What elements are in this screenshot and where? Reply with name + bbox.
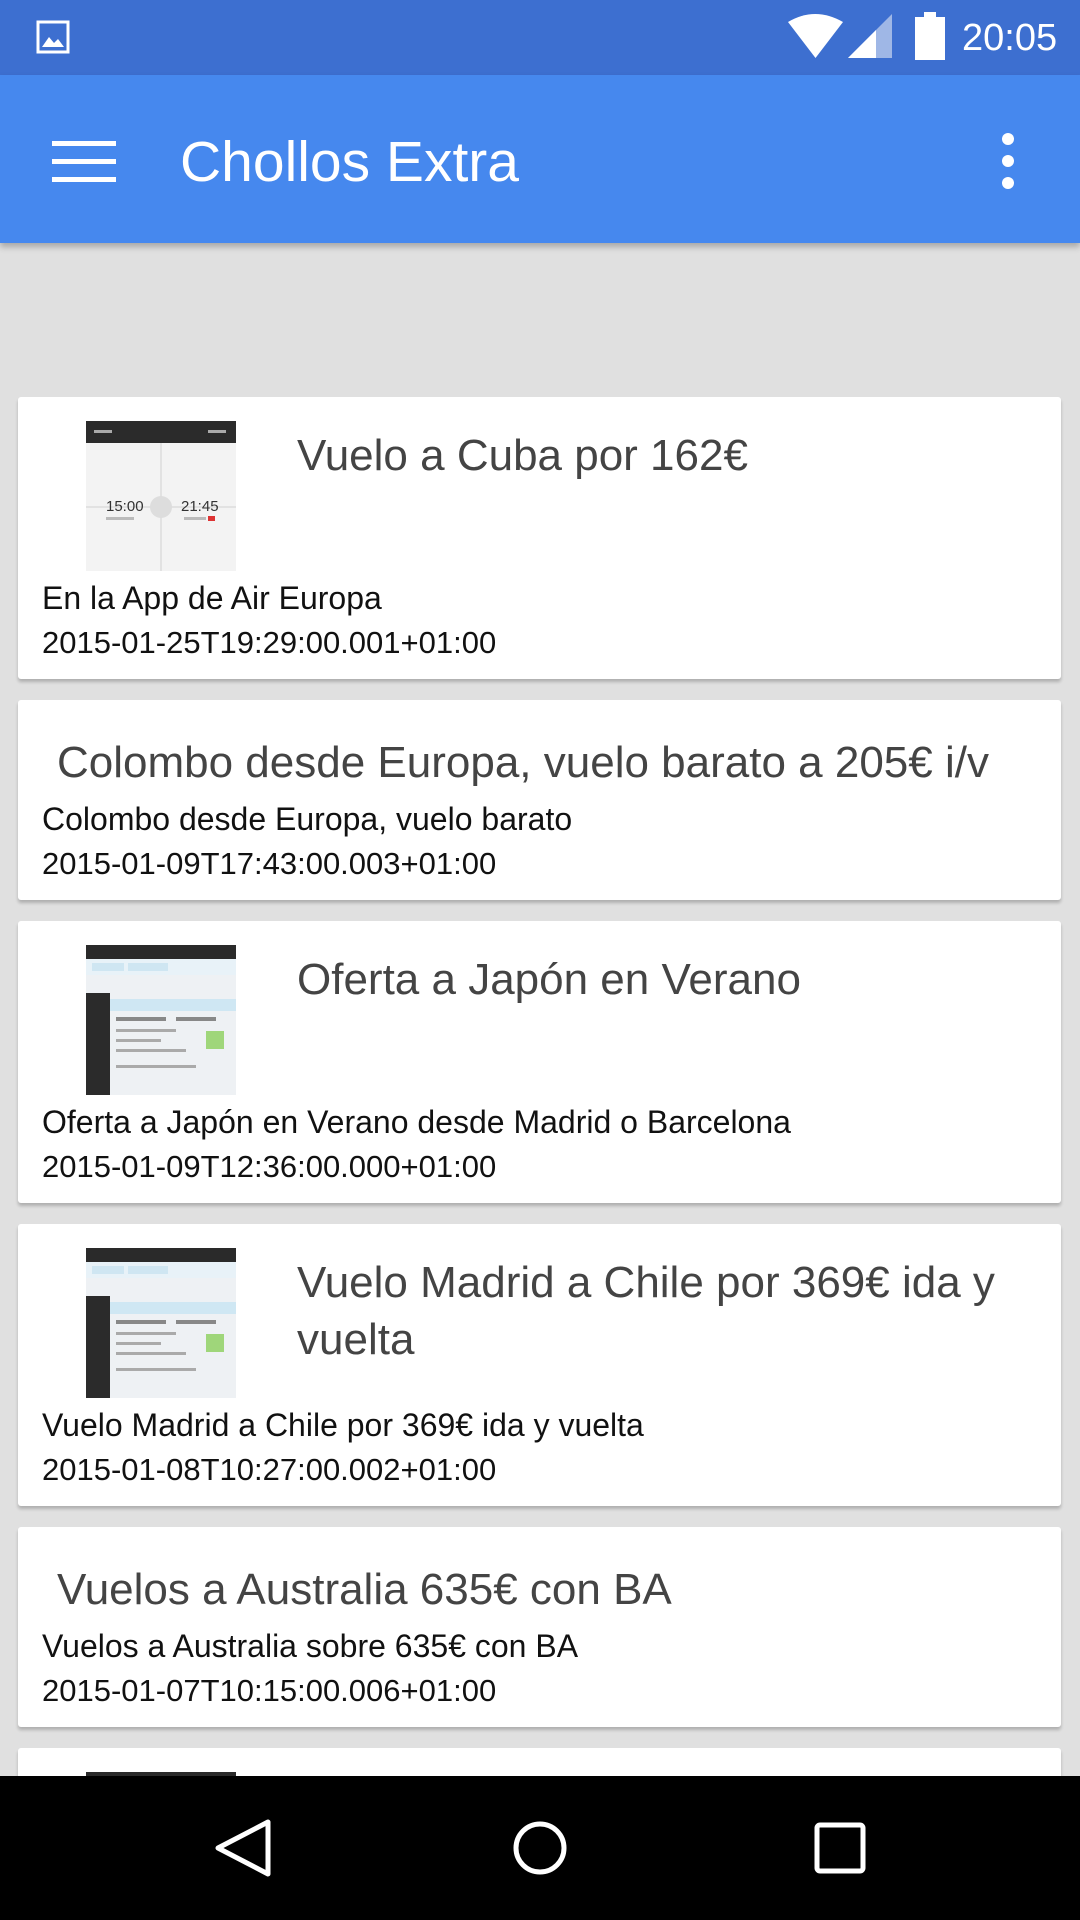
deal-description: Oferta a Japón en Verano desde Madrid o … — [42, 1104, 791, 1140]
thumb-arrival-time: 21:45 — [181, 498, 219, 515]
deal-thumbnail — [86, 945, 236, 1095]
deal-card[interactable]: Vuelo Madrid a Chile por 369€ ida y vuel… — [18, 1224, 1061, 1506]
deal-date: 2015-01-08T10:27:00.002+01:00 — [42, 1452, 497, 1487]
hamburger-menu-icon[interactable] — [52, 139, 116, 183]
deal-description: Vuelos a Australia sobre 635€ con BA — [42, 1628, 579, 1664]
status-bar: 20:05 — [0, 0, 1080, 75]
recents-icon[interactable] — [804, 1812, 876, 1884]
deal-card[interactable]: Colombo desde Europa, vuelo barato a 205… — [18, 700, 1061, 900]
deal-title: Vuelo a Cuba por 162€ — [297, 431, 748, 480]
battery-icon — [915, 12, 945, 60]
deal-description: En la App de Air Europa — [42, 580, 382, 616]
deal-date: 2015-01-09T12:36:00.000+01:00 — [42, 1149, 497, 1184]
deal-date: 2015-01-25T19:29:00.001+01:00 — [42, 625, 497, 660]
deal-title-line: vuelta — [297, 1315, 415, 1364]
deal-title-line: Vuelo Madrid a Chile por 369€ ida y — [297, 1258, 995, 1307]
deals-list[interactable]: 15:00 21:45 Vuelo a Cuba por 162€ En la … — [0, 243, 1080, 1776]
deal-card[interactable] — [18, 1748, 1061, 1776]
deal-thumbnail: 15:00 21:45 — [86, 421, 236, 571]
thumb-departure-time: 15:00 — [106, 498, 144, 515]
deal-thumbnail — [86, 1248, 236, 1398]
app-bar: Chollos Extra — [0, 75, 1080, 243]
signal-icon — [848, 14, 892, 58]
deal-card[interactable]: 15:00 21:45 Vuelo a Cuba por 162€ En la … — [18, 397, 1061, 679]
deal-date: 2015-01-09T17:43:00.003+01:00 — [42, 846, 497, 881]
app-title: Chollos Extra — [180, 130, 519, 194]
back-icon[interactable] — [206, 1812, 278, 1884]
home-icon[interactable] — [504, 1812, 576, 1884]
deal-title: Oferta a Japón en Verano — [297, 955, 801, 1004]
deal-description: Colombo desde Europa, vuelo barato — [42, 801, 573, 837]
deal-title: Vuelo Madrid a Chile por 369€ ida y vuel… — [297, 1254, 995, 1368]
deal-description: Vuelo Madrid a Chile por 369€ ida y vuel… — [42, 1407, 644, 1443]
deal-card[interactable]: Oferta a Japón en Verano Oferta a Japón … — [18, 921, 1061, 1203]
deal-date: 2015-01-07T10:15:00.006+01:00 — [42, 1673, 497, 1708]
deal-title: Vuelos a Australia 635€ con BA — [57, 1565, 672, 1614]
gallery-icon — [36, 20, 70, 54]
navigation-bar — [0, 1776, 1080, 1920]
more-vert-icon[interactable] — [990, 131, 1026, 191]
wifi-icon — [788, 14, 843, 58]
status-time: 20:05 — [962, 17, 1058, 59]
deal-title: Colombo desde Europa, vuelo barato a 205… — [57, 738, 989, 787]
deal-card[interactable]: Vuelos a Australia 635€ con BA Vuelos a … — [18, 1527, 1061, 1727]
